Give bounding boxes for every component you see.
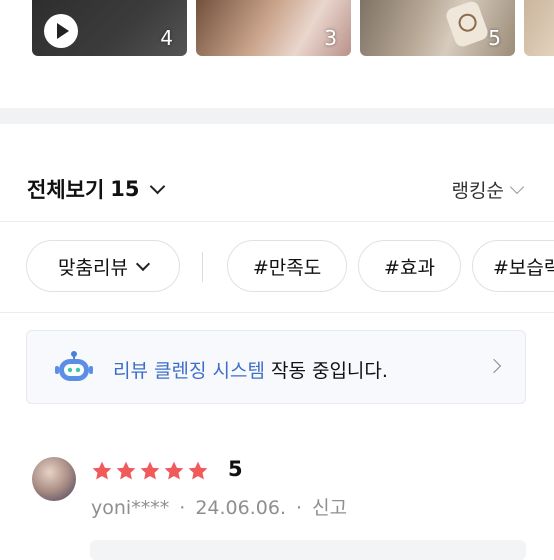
review-item: 5 yoni**** · 24.06.06. · 신고 — [0, 440, 554, 560]
review-filter-bar: 전체보기 15 랭킹순 — [0, 124, 554, 222]
rating-stars — [91, 460, 209, 482]
chevron-right-icon — [486, 358, 502, 374]
chevron-down-icon — [135, 256, 151, 271]
banner-highlight: 리뷰 클렌징 시스템 — [113, 360, 265, 382]
meta-separator: · — [296, 497, 303, 519]
star-icon — [140, 461, 160, 480]
banner-rest: 작동 중입니다. — [264, 360, 388, 382]
section-divider — [0, 108, 554, 124]
review-media-thumb[interactable] — [524, 0, 554, 56]
media-count: 4 — [160, 26, 173, 50]
sort-label: 랭킹순 — [451, 180, 504, 202]
meta-separator: · — [179, 497, 186, 519]
chip-divider — [202, 252, 203, 282]
sort-dropdown[interactable]: 랭킹순 — [451, 176, 525, 203]
review-media-thumb[interactable]: 5 — [360, 0, 515, 56]
chip-label: #만족도 — [252, 256, 322, 279]
review-option-box — [90, 540, 526, 560]
tag-chip-satisfaction[interactable]: #만족도 — [227, 240, 347, 292]
chevron-down-icon — [509, 179, 525, 194]
chevron-down-icon — [149, 178, 165, 194]
star-icon — [188, 461, 208, 480]
robot-icon — [55, 351, 93, 381]
all-reviews-dropdown[interactable]: 전체보기 15 — [27, 174, 165, 204]
play-icon — [44, 14, 78, 48]
star-icon — [164, 461, 184, 480]
chip-label: #보습력 — [493, 256, 554, 279]
review-date: 24.06.06. — [195, 497, 286, 519]
keyword-chip-row: 맞춤리뷰 #만족도 #효과 #보습력 — [0, 222, 554, 313]
tag-chip-effect[interactable]: #효과 — [358, 240, 461, 292]
review-cleansing-banner[interactable]: 리뷰 클렌징 시스템 작동 중입니다. — [26, 330, 526, 404]
chip-label: #효과 — [384, 256, 435, 279]
report-link[interactable]: 신고 — [312, 497, 347, 519]
reviewer-name: yoni**** — [91, 497, 170, 519]
rating-score: 5 — [228, 457, 243, 481]
avatar[interactable] — [32, 457, 76, 501]
review-media-thumb[interactable]: 4 — [32, 0, 187, 56]
review-total-count: 15 — [110, 177, 140, 201]
custom-review-chip[interactable]: 맞춤리뷰 — [26, 240, 180, 292]
review-media-thumb[interactable]: 3 — [196, 0, 351, 56]
all-reviews-label: 전체보기 — [27, 178, 105, 202]
star-icon — [92, 461, 112, 480]
tag-chip-moisture[interactable]: #보습력 — [472, 240, 554, 292]
review-meta: yoni**** · 24.06.06. · 신고 — [91, 493, 347, 520]
chip-label: 맞춤리뷰 — [58, 256, 128, 279]
media-count: 3 — [324, 26, 337, 50]
media-count: 5 — [488, 26, 501, 50]
star-icon — [116, 461, 136, 480]
banner-message: 리뷰 클렌징 시스템 작동 중입니다. — [113, 356, 388, 383]
photo-video-strip: 4 3 5 — [0, 0, 554, 60]
product-tube-image — [444, 0, 490, 49]
